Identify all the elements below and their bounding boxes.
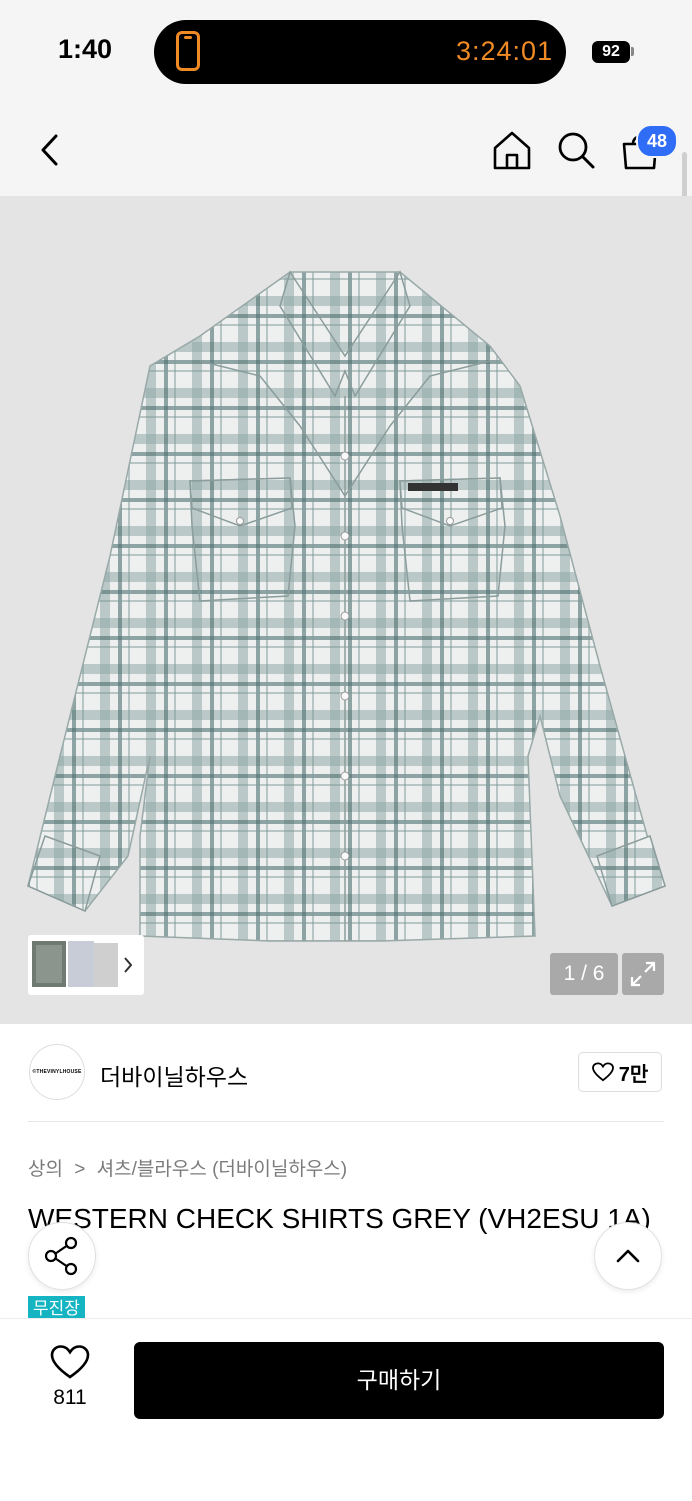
expand-icon[interactable]: [622, 953, 664, 995]
share-icon: [44, 1236, 78, 1276]
scroll-to-top-button[interactable]: [594, 1222, 662, 1290]
back-icon[interactable]: [28, 128, 72, 172]
battery-tip: [631, 47, 634, 56]
brand-name[interactable]: 더바이닐하우스: [100, 1058, 248, 1092]
cart-count-badge: 48: [636, 124, 678, 158]
chevron-up-icon: [616, 1249, 640, 1263]
breadcrumb-separator: >: [74, 1159, 86, 1180]
breadcrumb-category[interactable]: 상의: [28, 1159, 63, 1180]
buy-button[interactable]: 구매하기: [134, 1342, 664, 1419]
product-image-gallery[interactable]: [0, 196, 692, 1024]
product-image: [27, 270, 666, 942]
brand-logo[interactable]: ©THEVINYLHOUSE: [29, 1044, 85, 1100]
battery-indicator: 92: [592, 41, 630, 63]
brand-like-count: 7만: [618, 1063, 649, 1086]
call-timer: 3:24:01: [456, 36, 554, 66]
breadcrumb: 상의 > 셔츠/블라우스 (더바이닐하우스): [28, 1154, 347, 1181]
thumbnail-strip[interactable]: [28, 935, 144, 995]
heart-icon: [591, 1062, 614, 1082]
brand-like-button[interactable]: 7만: [578, 1052, 662, 1092]
image-counter: 1 / 6: [550, 953, 618, 995]
breadcrumb-subcategory[interactable]: 셔츠/블라우스 (더바이닐하우스): [97, 1159, 347, 1180]
search-icon[interactable]: [554, 128, 598, 172]
status-time: 1:40: [58, 34, 113, 64]
product-title: WESTERN CHECK SHIRTS GREY (VH2ESU 1A): [28, 1203, 651, 1234]
divider: [28, 1121, 664, 1122]
heart-icon[interactable]: [50, 1344, 90, 1380]
like-count: 811: [53, 1386, 87, 1409]
phone-icon: [176, 31, 200, 71]
home-icon[interactable]: [490, 128, 534, 172]
share-button[interactable]: [28, 1222, 96, 1290]
